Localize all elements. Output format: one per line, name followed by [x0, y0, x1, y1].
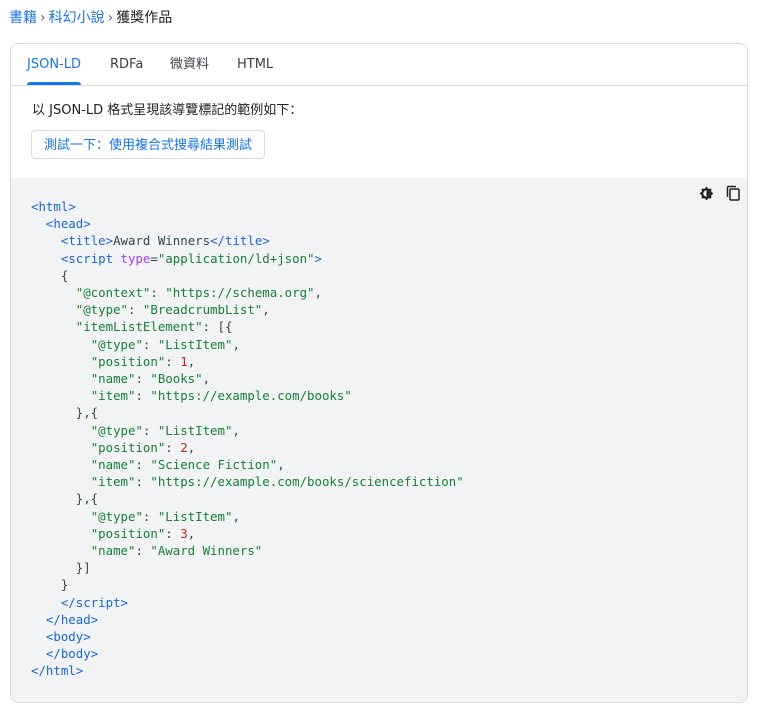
code-sample-card: JSON-LD RDFa 微資料 HTML 以 JSON-LD 格式呈現該導覽標… — [10, 43, 748, 703]
code-panel: <html> <head> <title>Award Winners</titl… — [11, 178, 747, 702]
breadcrumb-separator: › — [40, 10, 46, 26]
rich-results-test-button[interactable]: 測試一下：使用複合式搜尋結果測試 — [31, 130, 265, 159]
breadcrumb: 書籍 › 科幻小說 › 獲獎作品 — [9, 9, 172, 27]
code-title-text: Award Winners — [113, 233, 211, 249]
breadcrumb-current: 獲獎作品 — [116, 10, 173, 26]
dark-mode-toggle-icon — [699, 186, 713, 200]
tab-json-ld[interactable]: JSON-LD — [27, 44, 81, 85]
active-tab-indicator — [27, 82, 81, 85]
tab-bar: JSON-LD RDFa 微資料 HTML — [11, 44, 747, 86]
dark-mode-toggle-button[interactable] — [697, 184, 715, 202]
code-block: <html> <head> <title>Award Winners</titl… — [31, 199, 464, 679]
tab-label: 微資料 — [170, 57, 210, 72]
tab-label: HTML — [237, 57, 274, 72]
breadcrumb-separator: › — [107, 10, 114, 26]
tab-html[interactable]: HTML — [237, 44, 273, 85]
breadcrumb-link-books[interactable]: 書籍 — [9, 10, 37, 26]
tab-label: JSON-LD — [27, 57, 81, 72]
tab-label: RDFa — [110, 57, 144, 72]
tab-rdfa[interactable]: RDFa — [110, 44, 143, 85]
tab-microdata[interactable]: 微資料 — [170, 44, 209, 85]
code-token: <html> — [31, 199, 76, 214]
intro-text: 以 JSON-LD 格式呈現該導覽標記的範例如下： — [32, 103, 303, 118]
breadcrumb-link-science-fiction[interactable]: 科幻小說 — [49, 10, 105, 26]
copy-icon — [726, 185, 740, 201]
copy-code-button[interactable] — [724, 184, 742, 202]
